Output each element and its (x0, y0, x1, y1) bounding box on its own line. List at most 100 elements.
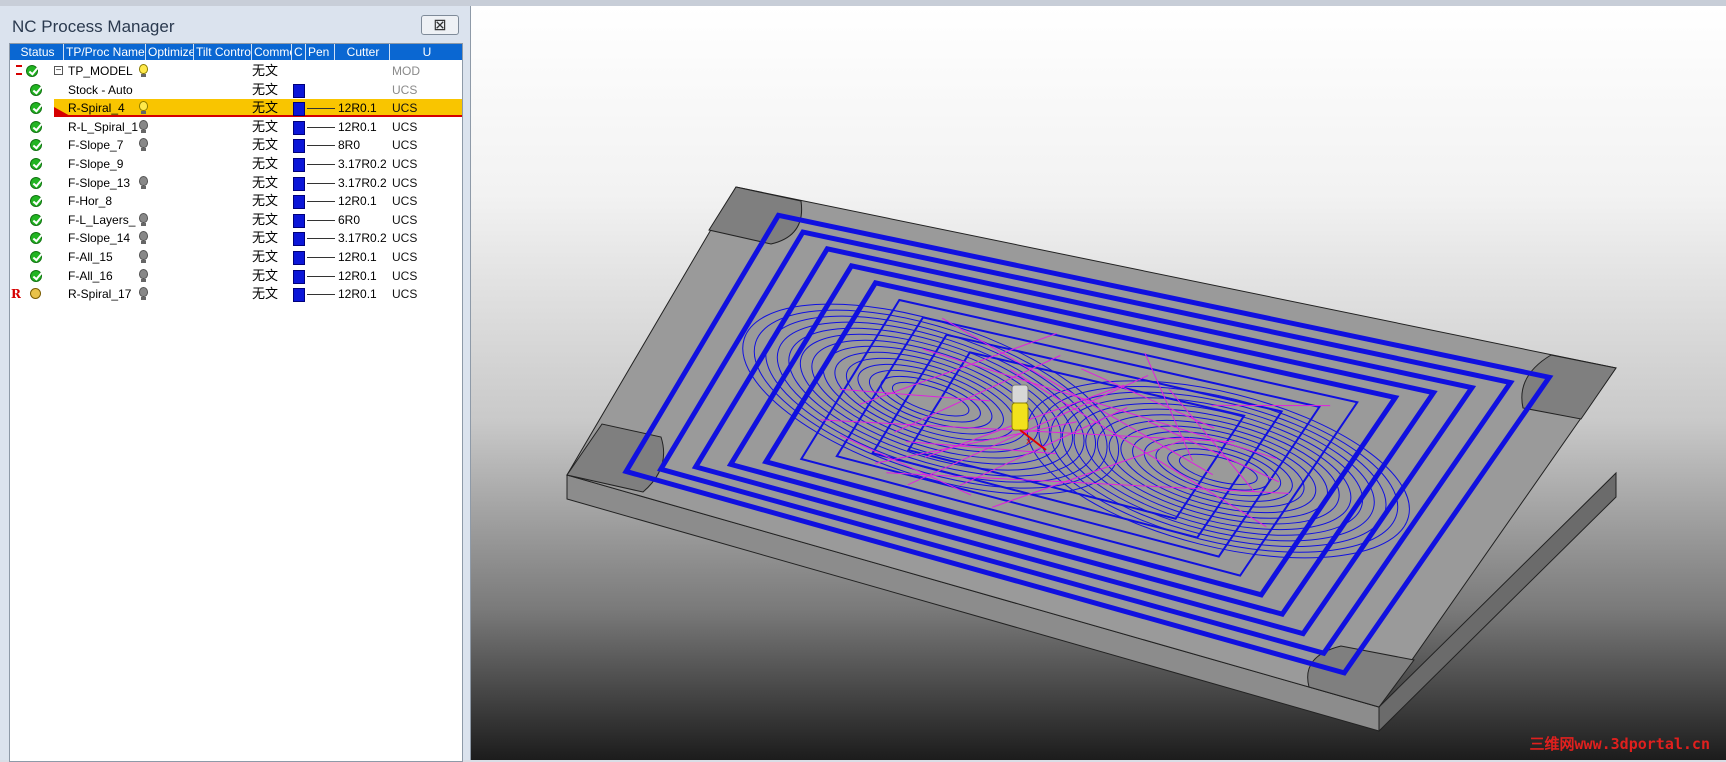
pen-line-style (307, 201, 335, 202)
visibility-bulb-icon[interactable] (139, 176, 148, 186)
process-row[interactable]: F-L_Layers_无文6R0UCS (10, 211, 462, 229)
pen-color-swatch[interactable] (293, 270, 305, 284)
pen-line-style (307, 127, 335, 128)
pen-color-swatch[interactable] (293, 102, 305, 116)
tree-collapse-icon[interactable]: − (54, 66, 63, 75)
process-ucs: UCS (392, 136, 417, 154)
process-ucs: UCS (392, 81, 417, 99)
col-header-ucs[interactable]: U (390, 44, 462, 60)
visibility-bulb-icon[interactable] (139, 101, 148, 111)
visibility-bulb-icon[interactable] (139, 120, 148, 130)
pen-line-style (307, 276, 335, 277)
process-comment: 无文 (252, 211, 278, 229)
visibility-bulb-icon[interactable] (139, 231, 148, 241)
process-list[interactable]: Status TP/Proc Name Optimize Tilt Contro… (9, 43, 463, 762)
status-pending-mark: R (11, 285, 21, 303)
pen-color-swatch[interactable] (293, 139, 305, 153)
process-row[interactable]: R-L_Spiral_1无文12R0.1UCS (10, 118, 462, 136)
process-name: R-Spiral_4 (68, 99, 146, 117)
visibility-bulb-icon[interactable] (139, 213, 148, 223)
col-header-optimize[interactable]: Optimize (146, 44, 194, 60)
process-ucs: UCS (392, 99, 417, 117)
process-cutter: 3.17R0.2 (338, 229, 387, 247)
process-comment: 无文 (252, 267, 278, 285)
process-row[interactable]: F-All_15无文12R0.1UCS (10, 248, 462, 266)
status-ok-icon (30, 158, 42, 170)
process-comment: 无文 (252, 285, 278, 303)
pen-color-swatch[interactable] (293, 195, 305, 209)
process-row[interactable]: F-Slope_13 无文 3.17R0.2 UCS (10, 174, 462, 192)
visibility-bulb-icon[interactable] (139, 250, 148, 260)
visibility-bulb-icon[interactable] (139, 287, 148, 297)
close-button[interactable]: ⊠ (421, 15, 459, 35)
process-comment: 无文 (252, 81, 278, 99)
process-comment: 无文 (252, 174, 278, 192)
process-cutter: 12R0.1 (338, 248, 377, 266)
process-cutter: 8R0 (338, 136, 360, 154)
column-header-row: Status TP/Proc Name Optimize Tilt Contro… (10, 44, 462, 60)
process-cutter: 12R0.1 (338, 285, 377, 303)
process-ucs: UCS (392, 174, 417, 192)
visibility-bulb-icon[interactable] (139, 269, 148, 279)
nc-process-manager-panel: NC Process Manager ⊠ Status TP/Proc Name… (0, 6, 471, 760)
pen-color-swatch[interactable] (293, 288, 305, 302)
col-header-comment[interactable]: Comment (252, 44, 292, 60)
process-comment: 无文 (252, 248, 278, 266)
process-ucs: UCS (392, 211, 417, 229)
pen-color-swatch[interactable] (293, 214, 305, 228)
3d-viewport[interactable]: x 三维网www.3dportal.cn (471, 6, 1726, 760)
process-row[interactable]: F-Slope_9无文3.17R0.2UCS (10, 155, 462, 173)
process-comment: 无文 (252, 99, 278, 117)
process-comment: 无文 (252, 62, 278, 80)
pen-line-style (307, 294, 335, 295)
pen-color-swatch[interactable] (293, 177, 305, 191)
pen-color-swatch[interactable] (293, 251, 305, 265)
process-cutter: 12R0.1 (338, 99, 377, 117)
process-row[interactable]: F-All_16无文12R0.1UCS (10, 267, 462, 285)
process-name: R-Spiral_17 (68, 285, 146, 303)
process-row[interactable]: F-Hor_8无文12R0.1UCS (10, 192, 462, 210)
process-comment: 无文 (252, 155, 278, 173)
status-ok-icon (30, 251, 42, 263)
svg-text:x: x (1026, 437, 1032, 447)
process-name: F-Hor_8 (68, 192, 146, 210)
process-row[interactable]: −TP_MODEL无文MOD (10, 62, 462, 80)
process-ucs: UCS (392, 155, 417, 173)
pen-line-style (307, 257, 335, 258)
col-header-name[interactable]: TP/Proc Name (64, 44, 146, 60)
status-pending-icon (30, 288, 41, 299)
process-name: F-All_16 (68, 267, 146, 285)
visibility-bulb-icon[interactable] (139, 64, 148, 74)
process-name: R-L_Spiral_1 (68, 118, 146, 136)
close-icon: ⊠ (433, 15, 446, 35)
site-watermark: 三维网www.3dportal.cn (1530, 733, 1710, 754)
pen-color-swatch[interactable] (293, 121, 305, 135)
pen-line-style (307, 108, 335, 109)
process-row[interactable]: F-Slope_14无文3.17R0.2UCS (10, 229, 462, 247)
pen-line-style (307, 220, 335, 221)
process-name: Stock - Auto (68, 81, 146, 99)
status-ok-icon (30, 270, 42, 282)
process-row[interactable]: R-Spiral_4 无文 12R0.1 UCS (10, 99, 462, 117)
col-header-c[interactable]: C (292, 44, 306, 60)
process-name: F-Slope_7 (68, 136, 146, 154)
process-cutter: 3.17R0.2 (338, 174, 387, 192)
process-name: F-Slope_13 (68, 174, 146, 192)
process-cutter: 12R0.1 (338, 267, 377, 285)
pen-color-swatch[interactable] (293, 158, 305, 172)
col-header-pen[interactable]: Pen (306, 44, 335, 60)
col-header-cutter[interactable]: Cutter (335, 44, 390, 60)
visibility-bulb-icon[interactable] (139, 138, 148, 148)
status-ok-icon (30, 195, 42, 207)
process-ucs: UCS (392, 285, 417, 303)
process-row[interactable]: F-Slope_7无文8R0UCS (10, 136, 462, 154)
pen-color-swatch[interactable] (293, 84, 305, 98)
process-row[interactable]: R R-Spiral_17 无文 12R0.1 UCS (10, 285, 462, 303)
panel-title: NC Process Manager (12, 17, 175, 37)
col-header-tilt-control[interactable]: Tilt Control (194, 44, 252, 60)
process-comment: 无文 (252, 229, 278, 247)
process-row[interactable]: Stock - Auto 无文 UCS (10, 81, 462, 99)
pen-color-swatch[interactable] (293, 232, 305, 246)
process-name: F-All_15 (68, 248, 146, 266)
col-header-status[interactable]: Status (10, 44, 64, 60)
